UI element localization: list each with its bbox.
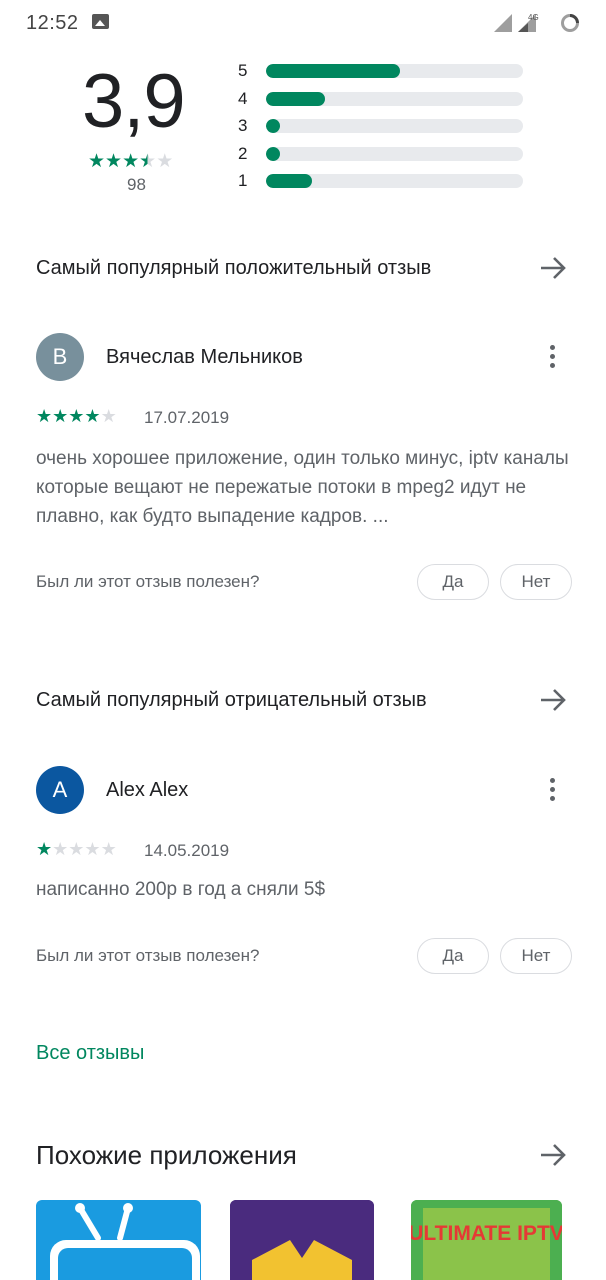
similar-apps-title: Похожие приложения bbox=[36, 1140, 297, 1170]
star-icon: ★ bbox=[105, 151, 123, 172]
ultimate-iptv-logo-text: ULTIMATE IPTV bbox=[411, 1222, 562, 1245]
rating-bar-2: 2 bbox=[238, 141, 528, 167]
rating-bar-label: 3 bbox=[238, 116, 248, 135]
reviewer-name: Alex Alex bbox=[106, 779, 189, 801]
rating-bar-3: 3 bbox=[238, 113, 528, 139]
average-rating-stars: ★★★★★ bbox=[88, 150, 173, 173]
network-type-icon: 4G bbox=[528, 13, 539, 22]
star-icon: ★ bbox=[122, 151, 140, 172]
rating-bar-track bbox=[266, 119, 523, 133]
reviewer-name: Вячеслав Мельников bbox=[106, 346, 303, 368]
rating-bar-track bbox=[266, 174, 523, 188]
avatar: A bbox=[36, 766, 84, 814]
star-icon: ★ bbox=[52, 839, 69, 859]
star-icon: ★ bbox=[36, 406, 53, 426]
star-icon: ★ bbox=[68, 839, 85, 859]
review-text[interactable]: написанно 200р в год а сняли 5$ bbox=[36, 875, 581, 904]
star-icon: ★ bbox=[100, 839, 117, 859]
arrow-forward-icon[interactable] bbox=[538, 688, 568, 712]
more-vert-icon[interactable] bbox=[548, 345, 556, 371]
ultimate-iptv-app-icon[interactable]: ULTIMATE IPTV bbox=[411, 1200, 562, 1280]
star-icon: ★ bbox=[88, 151, 106, 172]
half-star-icon: ★ bbox=[139, 151, 157, 172]
rating-bar-label: 5 bbox=[238, 61, 248, 80]
rating-bar-1: 1 bbox=[238, 168, 528, 194]
signal-strength-icon bbox=[518, 23, 528, 32]
rating-count: 98 bbox=[127, 175, 146, 194]
average-rating: 3,9 bbox=[82, 59, 186, 144]
rating-bar-label: 2 bbox=[238, 144, 248, 163]
helpful-yes-button[interactable]: Да bbox=[417, 564, 489, 600]
review-stars: ★★★★★ bbox=[36, 406, 117, 427]
review-date: 14.05.2019 bbox=[144, 841, 230, 860]
arrow-forward-icon[interactable] bbox=[538, 256, 568, 280]
video-player-app-icon[interactable] bbox=[230, 1200, 374, 1280]
star-icon: ★ bbox=[100, 406, 117, 426]
review-date: 17.07.2019 bbox=[144, 408, 230, 427]
rating-bar-5: 5 bbox=[238, 58, 528, 84]
rating-bar-track bbox=[266, 92, 523, 106]
rating-bar-track bbox=[266, 64, 523, 78]
star-icon: ★ bbox=[36, 839, 53, 859]
star-icon: ★ bbox=[52, 406, 69, 426]
tv-app-icon[interactable] bbox=[36, 1200, 201, 1280]
helpful-no-button[interactable]: Нет bbox=[500, 938, 572, 974]
rating-bar-fill bbox=[266, 119, 281, 133]
star-icon: ★ bbox=[156, 151, 174, 172]
star-icon: ★ bbox=[84, 839, 101, 859]
positive-review-section-title: Самый популярный положительный отзыв bbox=[36, 257, 432, 279]
star-icon: ★ bbox=[68, 406, 85, 426]
helpful-question: Был ли этот отзыв полезен? bbox=[36, 572, 260, 591]
more-vert-icon[interactable] bbox=[548, 778, 556, 804]
review-text[interactable]: очень хорошее приложение, один только ми… bbox=[36, 444, 581, 531]
avatar: В bbox=[36, 333, 84, 381]
rating-bar-fill bbox=[266, 147, 281, 161]
rating-bar-fill bbox=[266, 92, 326, 106]
star-icon: ★ bbox=[84, 406, 101, 426]
all-reviews-link[interactable]: Все отзывы bbox=[36, 1042, 144, 1065]
review-stars: ★★★★★ bbox=[36, 839, 117, 860]
negative-review-section-title: Самый популярный отрицательный отзыв bbox=[36, 689, 427, 711]
rating-bar-4: 4 bbox=[238, 86, 528, 112]
helpful-no-button[interactable]: Нет bbox=[500, 564, 572, 600]
status-icons: 4G bbox=[494, 13, 579, 32]
rating-bar-label: 1 bbox=[238, 171, 248, 190]
signal-icon-1 bbox=[494, 14, 512, 32]
rating-bar-fill bbox=[266, 64, 400, 78]
status-time: 12:52 bbox=[26, 12, 79, 34]
rating-bar-fill bbox=[266, 174, 313, 188]
rating-bar-label: 4 bbox=[238, 89, 248, 108]
helpful-yes-button[interactable]: Да bbox=[417, 938, 489, 974]
image-notification-icon bbox=[92, 14, 109, 29]
helpful-question: Был ли этот отзыв полезен? bbox=[36, 946, 260, 965]
rating-bar-track bbox=[266, 147, 523, 161]
arrow-forward-icon[interactable] bbox=[538, 1143, 568, 1167]
